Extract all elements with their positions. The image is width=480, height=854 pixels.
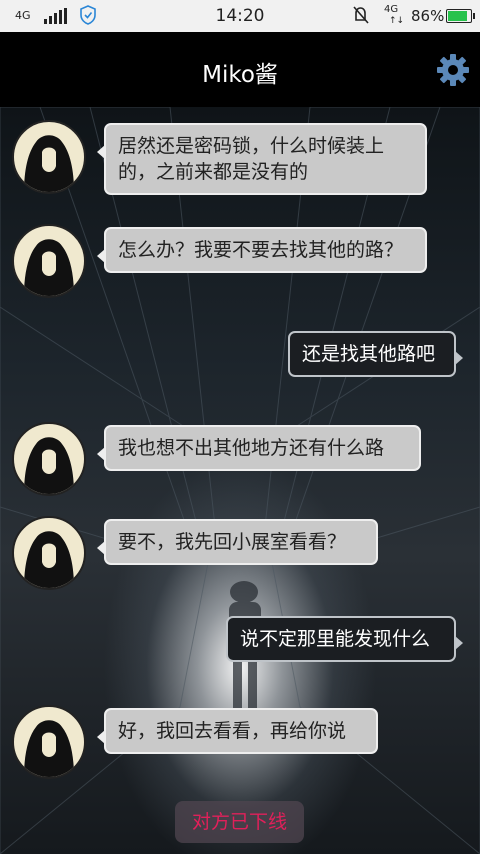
battery-fill [448, 11, 467, 21]
battery-icon [446, 9, 475, 23]
message-bubble-received[interactable]: 怎么办？我要不要去找其他的路？ [97, 227, 427, 273]
avatar[interactable] [12, 705, 86, 779]
data-arrows-icon: ↑↓ [389, 16, 405, 26]
avatar-silhouette-icon [24, 531, 74, 588]
battery-percent: 86% [411, 7, 445, 25]
chat-area[interactable]: 居然还是密码锁，什么时候装上的，之前来都是没有的 怎么办？我要不要去找其他的路？… [0, 107, 480, 854]
mute-icon [353, 6, 369, 24]
network-type-label: 4G [384, 4, 399, 15]
offline-notice: 对方已下线 [175, 801, 304, 843]
chat-header: Miko酱 [0, 32, 480, 107]
avatar-silhouette-icon [24, 720, 74, 777]
avatar[interactable] [12, 422, 86, 496]
message-bubble-received[interactable]: 要不，我先回小展室看看？ [97, 519, 378, 565]
message-bubble-received[interactable]: 我也想不出其他地方还有什么路 [97, 425, 421, 471]
message-bubble-sent[interactable]: 还是找其他路吧 [288, 331, 463, 377]
contact-name: Miko酱 [202, 62, 278, 88]
avatar-silhouette-icon [24, 135, 74, 192]
message-bubble-sent[interactable]: 说不定那里能发现什么 [226, 616, 463, 662]
message-bubble-received[interactable]: 居然还是密码锁，什么时候装上的，之前来都是没有的 [97, 123, 427, 195]
avatar[interactable] [12, 516, 86, 590]
gear-icon[interactable] [436, 53, 470, 87]
clock: 14:20 [215, 6, 265, 26]
avatar[interactable] [12, 120, 86, 194]
avatar-silhouette-icon [24, 437, 74, 494]
avatar-silhouette-icon [24, 239, 74, 296]
status-bar: 4G 14:20 4G ↑↓ 86% [0, 0, 480, 32]
message-bubble-received[interactable]: 好，我回去看看，再给你说 [97, 708, 378, 754]
avatar[interactable] [12, 224, 86, 298]
